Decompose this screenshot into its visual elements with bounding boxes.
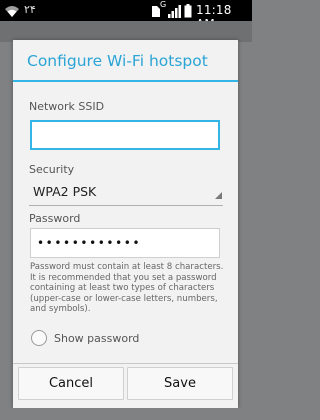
background-scrim <box>0 408 252 420</box>
battery-icon <box>184 3 192 22</box>
wifi-hotspot-dialog: Configure Wi-Fi hotspot Network SSID Sec… <box>13 40 238 408</box>
background-app <box>0 21 252 42</box>
ssid-input[interactable] <box>30 120 220 150</box>
password-label: Password <box>29 212 81 225</box>
cancel-button[interactable]: Cancel <box>18 367 124 400</box>
signal-icon <box>168 3 182 22</box>
status-bar: ۲۴ G 11:18 AM <box>0 0 252 31</box>
save-button[interactable]: Save <box>127 367 233 400</box>
security-select[interactable]: WPA2 PSK <box>29 176 223 206</box>
network-type: G <box>160 0 167 9</box>
security-value: WPA2 PSK <box>33 184 97 199</box>
title-divider <box>13 80 238 82</box>
password-input[interactable]: •••••••••••• <box>30 228 220 258</box>
button-bar-divider <box>13 363 238 364</box>
sim-icon <box>152 3 160 22</box>
show-password-label: Show password <box>54 332 140 345</box>
dialog-title: Configure Wi-Fi hotspot <box>27 52 208 70</box>
show-password-checkbox[interactable] <box>31 330 47 346</box>
password-hint: Password must contain at least 8 charact… <box>30 262 224 315</box>
password-value: •••••••••••• <box>37 236 142 250</box>
wifi-icon <box>4 3 20 22</box>
security-label: Security <box>29 163 75 176</box>
ssid-label: Network SSID <box>29 100 105 113</box>
dropdown-corner-icon <box>215 184 222 203</box>
show-password-option[interactable]: Show password <box>30 328 170 350</box>
status-left-number: ۲۴ <box>24 3 36 16</box>
